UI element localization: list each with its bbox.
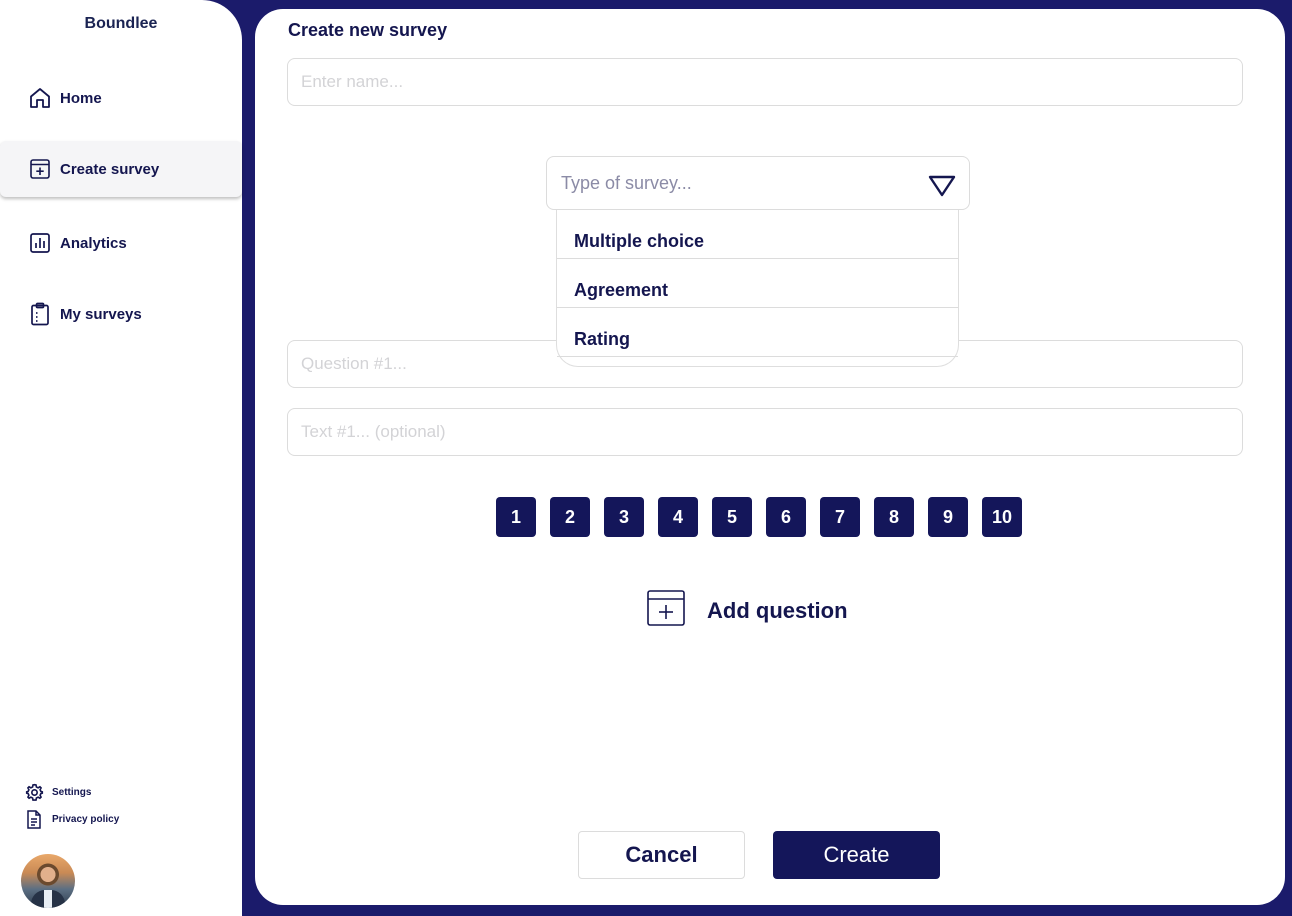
rating-button-5[interactable]: 5: [712, 497, 752, 537]
gear-icon: [24, 782, 44, 802]
rating-scale: 1 2 3 4 5 6 7 8 9 10: [496, 497, 1036, 537]
privacy-policy-label: Privacy policy: [52, 813, 120, 825]
add-question-label: Add question: [707, 597, 848, 623]
main-panel: Create new survey Type of survey... Mult…: [255, 9, 1285, 905]
sidebar-item-analytics[interactable]: Analytics: [0, 215, 242, 271]
settings-link[interactable]: Settings: [24, 781, 91, 803]
survey-type-placeholder: Type of survey...: [561, 173, 692, 193]
create-button[interactable]: Create: [773, 831, 940, 879]
sidebar-item-home[interactable]: Home: [0, 70, 242, 126]
privacy-policy-link[interactable]: Privacy policy: [24, 808, 119, 830]
sidebar-item-label: Analytics: [60, 234, 127, 252]
sidebar-item-label: My surveys: [60, 305, 142, 323]
cancel-button[interactable]: Cancel: [578, 831, 745, 879]
rating-button-9[interactable]: 9: [928, 497, 968, 537]
rating-button-10[interactable]: 10: [982, 497, 1022, 537]
rating-button-3[interactable]: 3: [604, 497, 644, 537]
rating-button-7[interactable]: 7: [820, 497, 860, 537]
survey-name-input[interactable]: [287, 58, 1243, 106]
add-question-icon: [647, 590, 685, 631]
sidebar-item-create-survey[interactable]: Create survey: [0, 141, 242, 197]
rating-button-2[interactable]: 2: [550, 497, 590, 537]
option-rating[interactable]: Rating: [557, 308, 958, 357]
add-question-button[interactable]: Add question: [647, 590, 848, 631]
rating-button-8[interactable]: 8: [874, 497, 914, 537]
avatar-shirt: [44, 890, 52, 908]
option-label: Multiple choice: [574, 231, 705, 251]
triangle-down-icon: [927, 174, 957, 198]
survey-type-select[interactable]: Type of survey...: [546, 156, 970, 210]
rating-button-1[interactable]: 1: [496, 497, 536, 537]
sidebar: Boundlee Home Create survey Analytics My…: [0, 0, 242, 916]
clipboard-icon: [28, 302, 52, 326]
document-icon: [24, 809, 44, 829]
create-survey-icon: [28, 157, 52, 181]
option-label: Rating: [574, 329, 630, 349]
brand-logo[interactable]: Boundlee: [0, 15, 242, 33]
sidebar-item-label: Home: [60, 89, 102, 107]
rating-button-6[interactable]: 6: [766, 497, 806, 537]
analytics-icon: [28, 231, 52, 255]
option-agreement[interactable]: Agreement: [557, 259, 958, 308]
sidebar-item-my-surveys[interactable]: My surveys: [0, 286, 242, 342]
avatar[interactable]: [21, 854, 75, 908]
home-icon: [28, 86, 52, 110]
settings-label: Settings: [52, 786, 92, 798]
option-label: Agreement: [574, 280, 669, 300]
question-text-input[interactable]: [287, 408, 1243, 456]
survey-type-dropdown: Multiple choice Agreement Rating: [556, 210, 959, 367]
rating-button-4[interactable]: 4: [658, 497, 698, 537]
option-multiple-choice[interactable]: Multiple choice: [557, 210, 958, 259]
page-title: Create new survey: [288, 20, 448, 40]
sidebar-item-label: Create survey: [60, 160, 160, 178]
